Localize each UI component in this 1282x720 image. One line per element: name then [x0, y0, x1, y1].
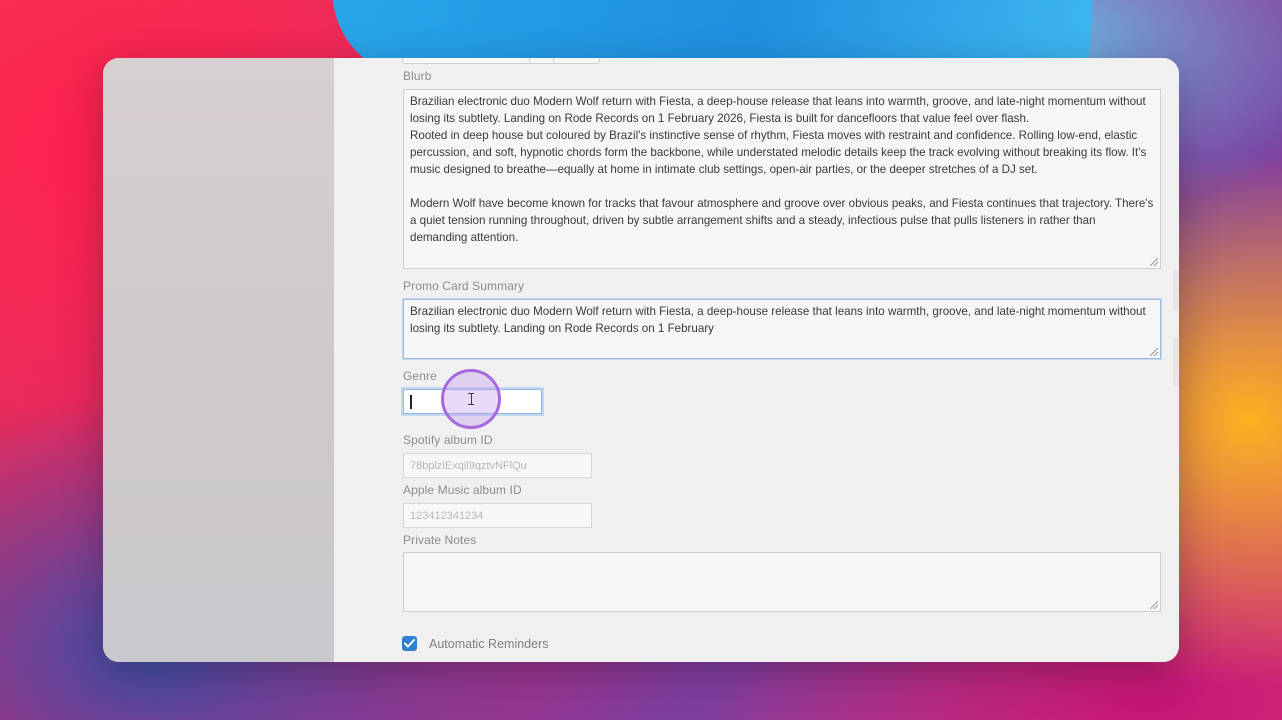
promo-summary-textarea[interactable]: Brazilian electronic duo Modern Wolf ret…: [403, 299, 1161, 359]
promo-label: Promo Card Summary: [403, 279, 525, 293]
scroll-edge: [1173, 338, 1179, 386]
promo-summary-text: Brazilian electronic duo Modern Wolf ret…: [410, 305, 1149, 335]
text-cursor-icon: [468, 393, 474, 405]
automatic-reminders-checkbox[interactable]: [402, 636, 417, 651]
scroll-edge: [1173, 270, 1179, 310]
previous-field-stub: [402, 58, 600, 64]
blurb-paragraph-1: Brazilian electronic duo Modern Wolf ret…: [410, 95, 1149, 125]
apple-id-input[interactable]: 123412341234: [403, 503, 592, 528]
notes-label: Private Notes: [403, 533, 477, 547]
checkmark-icon: [404, 639, 415, 648]
release-form: Blurb Brazilian electronic duo Modern Wo…: [334, 58, 1179, 662]
resize-grip-icon[interactable]: [1150, 258, 1158, 266]
genre-label: Genre: [403, 369, 437, 383]
spotify-id-input[interactable]: 78bplziExqil9qztvNFlQu: [403, 453, 592, 478]
resize-grip-icon[interactable]: [1150, 348, 1158, 356]
spotify-label: Spotify album ID: [403, 433, 493, 447]
apple-label: Apple Music album ID: [403, 483, 522, 497]
automatic-reminders-label: Automatic Reminders: [429, 637, 549, 651]
blurb-label: Blurb: [403, 69, 432, 83]
blurb-paragraph-2: Rooted in deep house but coloured by Bra…: [410, 129, 1150, 176]
sidebar: [103, 58, 334, 662]
text-caret: [410, 394, 412, 409]
blurb-paragraph-3: Modern Wolf have become known for tracks…: [410, 197, 1157, 244]
resize-grip-icon[interactable]: [1150, 601, 1158, 609]
app-window: Blurb Brazilian electronic duo Modern Wo…: [103, 58, 1179, 662]
private-notes-textarea[interactable]: [403, 552, 1161, 612]
blurb-textarea[interactable]: Brazilian electronic duo Modern Wolf ret…: [403, 89, 1161, 269]
